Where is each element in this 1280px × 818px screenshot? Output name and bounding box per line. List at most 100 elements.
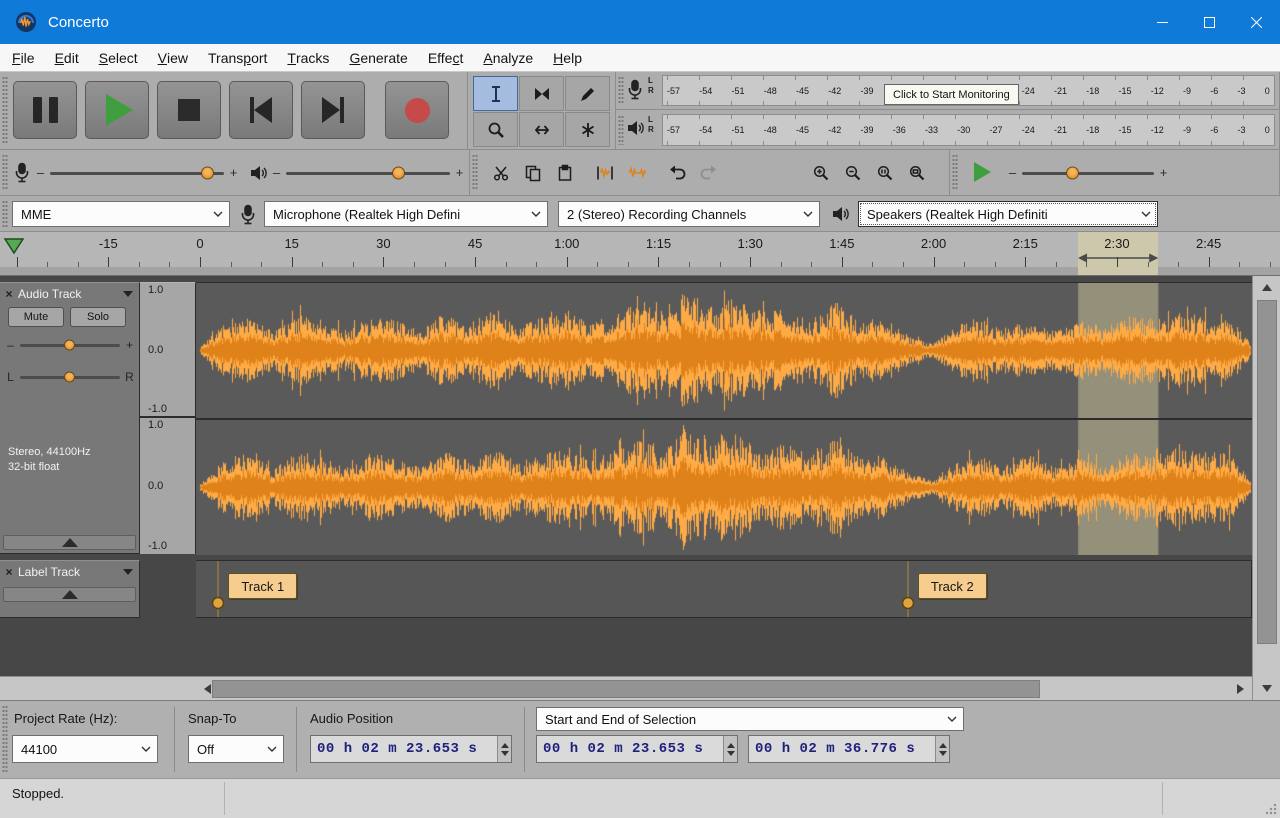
redo-button[interactable] — [696, 160, 722, 186]
selection-mode-dropdown[interactable]: Start and End of Selection — [536, 707, 964, 731]
spinner[interactable] — [935, 736, 949, 762]
spinner[interactable] — [723, 736, 737, 762]
label-track-content[interactable]: Track 1 Track 2 — [196, 560, 1252, 618]
pan-slider[interactable]: L R — [6, 367, 134, 387]
menu-edit[interactable]: Edit — [45, 44, 89, 71]
playback-volume-groove[interactable] — [286, 166, 450, 180]
waveform-channel-left[interactable] — [196, 283, 1252, 418]
menu-transport[interactable]: Trans p ort — [198, 44, 277, 71]
toolbar-gripper[interactable] — [2, 154, 8, 191]
recording-volume-slider[interactable]: – + — [36, 161, 238, 185]
recording-volume-groove[interactable] — [50, 166, 224, 180]
label-flag[interactable]: Track 1 — [228, 573, 298, 599]
playback-device-dropdown[interactable]: Speakers (Realtek High Definiti — [858, 201, 1158, 227]
toolbar-gripper[interactable] — [2, 200, 8, 227]
playback-meter-bar[interactable]: -57 -54 -51 -48 -45 -42 -39 -36 -33 -30 -27 -24 -21-… — [662, 114, 1275, 146]
scroll-down-button[interactable] — [1253, 678, 1280, 700]
paste-button[interactable] — [552, 160, 578, 186]
maximize-button[interactable] — [1186, 0, 1233, 44]
multi-tool-button[interactable] — [565, 112, 610, 147]
slider-thumb[interactable] — [64, 339, 75, 351]
menu-analyze[interactable]: Analyze — [473, 44, 543, 71]
zoom-selection-button[interactable] — [872, 160, 898, 186]
recording-meter[interactable]: LR -57-54-51-48-45-42-39-36-33-30-27-24-… — [616, 72, 1280, 110]
track-title[interactable]: Audio Track — [18, 287, 123, 301]
play-at-speed-button[interactable] — [974, 162, 991, 182]
horizontal-scroll-thumb[interactable] — [212, 680, 1040, 698]
titlebar[interactable]: Concerto — [0, 0, 1280, 44]
selection-tool-button[interactable] — [473, 76, 518, 111]
slider-thumb[interactable] — [200, 166, 214, 180]
horizontal-scrollbar[interactable] — [196, 676, 1252, 700]
zoom-tool-button[interactable] — [473, 112, 518, 147]
mute-button[interactable]: Mute — [8, 307, 64, 327]
label-flag[interactable]: Track 2 — [917, 573, 987, 599]
vertical-scrollbar[interactable] — [1252, 276, 1280, 700]
project-rate-dropdown[interactable]: 44100 — [12, 735, 158, 763]
envelope-tool-button[interactable] — [519, 76, 564, 111]
play-head-pin-icon[interactable] — [3, 237, 25, 255]
play-speed-groove[interactable] — [1022, 166, 1154, 180]
zoom-out-button[interactable] — [840, 160, 866, 186]
menu-help[interactable]: Help — [543, 44, 592, 71]
close-button[interactable] — [1233, 0, 1280, 44]
toolbar-gripper[interactable] — [2, 705, 8, 774]
play-speed-slider[interactable]: – + — [1008, 161, 1168, 185]
scroll-up-button[interactable] — [1253, 276, 1280, 298]
close-track-button[interactable]: × — [2, 565, 16, 579]
toolbar-gripper[interactable] — [472, 154, 478, 191]
menu-tracks[interactable]: Tracks — [277, 44, 339, 71]
playback-volume-slider[interactable]: – + — [272, 161, 464, 185]
slider-thumb[interactable] — [64, 371, 75, 383]
snap-to-dropdown[interactable]: Off — [188, 735, 284, 763]
zoom-in-button[interactable] — [808, 160, 834, 186]
vertical-scale-ruler[interactable]: 1.0 0.0 -1.0 1.0 0.0 -1.0 — [140, 282, 196, 554]
skip-to-end-button[interactable] — [301, 81, 365, 139]
toolbar-gripper[interactable] — [952, 154, 958, 191]
toolbar-gripper[interactable] — [618, 115, 624, 145]
slider-thumb[interactable] — [391, 166, 405, 180]
menu-file[interactable]: File — [2, 44, 45, 71]
slider-thumb[interactable] — [1066, 166, 1080, 180]
time-shift-tool-button[interactable] — [519, 112, 564, 147]
waveform-channel-right[interactable] — [196, 420, 1252, 555]
track-title[interactable]: Label Track — [18, 565, 123, 579]
resize-grip[interactable] — [1264, 802, 1278, 816]
silence-audio-button[interactable] — [624, 160, 650, 186]
play-button[interactable] — [85, 81, 149, 139]
trim-audio-button[interactable] — [592, 160, 618, 186]
cut-button[interactable] — [488, 160, 514, 186]
menu-effect[interactable]: Effe c t — [418, 44, 474, 71]
minimize-button[interactable] — [1139, 0, 1186, 44]
gain-slider[interactable]: – + — [6, 335, 134, 355]
collapse-track-button[interactable] — [3, 535, 136, 550]
recording-device-dropdown[interactable]: Microphone (Realtek High Defini — [264, 201, 548, 227]
playback-meter[interactable]: LR -57 -54 -51 -48 -45 -42 -39 -36 -33 -30 -27 -24-… — [616, 111, 1280, 149]
track-menu-dropdown-icon[interactable] — [123, 569, 133, 575]
selection-start-field[interactable]: 00 h 02 m 23.653 s — [536, 735, 738, 763]
collapse-track-button[interactable] — [3, 587, 136, 602]
close-track-button[interactable]: × — [2, 287, 16, 301]
scroll-right-button[interactable] — [1230, 677, 1252, 701]
toolbar-gripper[interactable] — [618, 76, 624, 105]
solo-button[interactable]: Solo — [70, 307, 126, 327]
menu-generate[interactable]: Generate — [339, 44, 417, 71]
track-menu-dropdown-icon[interactable] — [123, 291, 133, 297]
record-button[interactable] — [385, 81, 449, 139]
copy-button[interactable] — [520, 160, 546, 186]
gain-groove[interactable] — [20, 339, 120, 351]
menu-select[interactable]: Select — [89, 44, 148, 71]
zoom-project-button[interactable] — [904, 160, 930, 186]
spinner[interactable] — [497, 736, 511, 762]
audio-host-dropdown[interactable]: MME — [12, 201, 230, 227]
pan-groove[interactable] — [20, 371, 120, 383]
stop-button[interactable] — [157, 81, 221, 139]
timeline-ruler[interactable]: -15 0 15 30 45 1:00 1:15 1:30 1:45 2:00 2:15 2:30 2:… — [0, 232, 1280, 276]
skip-to-start-button[interactable] — [229, 81, 293, 139]
recording-channels-dropdown[interactable]: 2 (Stereo) Recording Channels — [558, 201, 820, 227]
toolbar-gripper[interactable] — [2, 76, 8, 145]
vertical-scroll-thumb[interactable] — [1257, 300, 1277, 644]
pause-button[interactable] — [13, 81, 77, 139]
undo-button[interactable] — [664, 160, 690, 186]
audio-position-field[interactable]: 00 h 02 m 23.653 s — [310, 735, 512, 763]
